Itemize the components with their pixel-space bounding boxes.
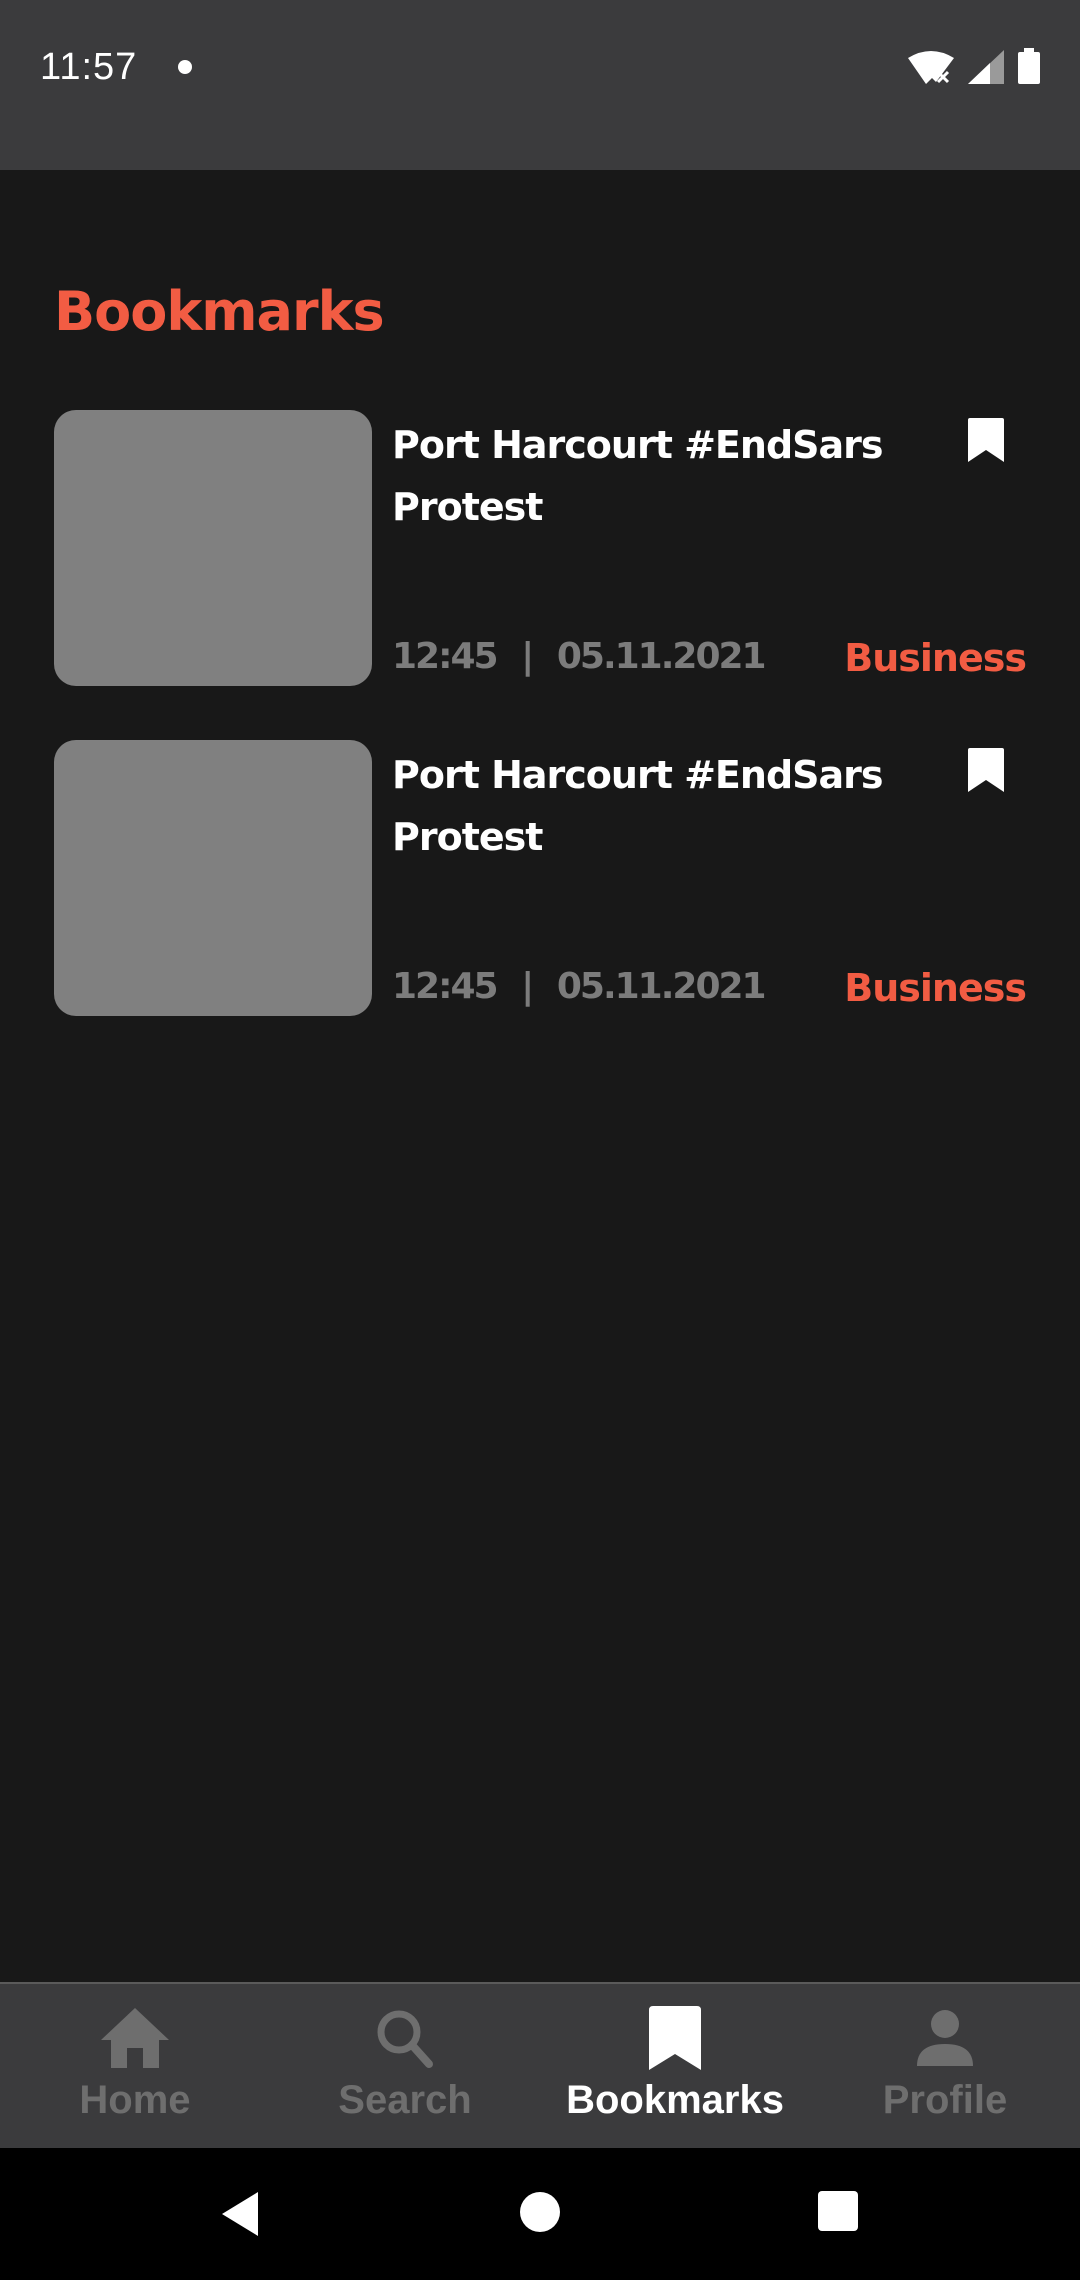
article-category[interactable]: Business	[844, 636, 1027, 680]
nav-item-home[interactable]: Home	[0, 1984, 270, 2150]
article-thumbnail	[54, 410, 372, 686]
nav-item-bookmarks[interactable]: Bookmarks	[540, 1984, 810, 2150]
nav-label-home: Home	[79, 2078, 191, 2122]
search-icon	[377, 2010, 433, 2068]
article-meta: 12:45 | 05.11.2021	[392, 966, 767, 1007]
article-thumbnail	[54, 740, 372, 1016]
nav-label-profile: Profile	[882, 2078, 1008, 2122]
status-icons	[908, 48, 1040, 84]
article-time: 12:45	[392, 636, 499, 677]
home-circle-icon[interactable]	[518, 2190, 562, 2234]
bookmark-icon[interactable]	[966, 418, 1006, 462]
article-title: Port Harcourt #EndSars Protest	[392, 753, 884, 859]
nav-item-search[interactable]: Search	[270, 1984, 540, 2150]
wifi-off-icon	[908, 51, 954, 84]
signal-icon	[968, 50, 1004, 84]
bookmark-card[interactable]: Port Harcourt #EndSars Protest 12:45 | 0…	[54, 410, 1027, 686]
status-time: 11:57	[40, 46, 138, 88]
nav-item-profile[interactable]: Profile	[810, 1984, 1080, 2150]
status-bar: 11:57	[0, 0, 1080, 170]
system-nav-bar	[0, 2148, 1080, 2280]
bottom-nav: Home Search Bookmarks Profile	[0, 1982, 1080, 2150]
notification-dot-icon	[178, 60, 192, 74]
article-date: 05.11.2021	[556, 636, 767, 677]
home-icon	[101, 2008, 169, 2068]
back-icon[interactable]	[218, 2190, 262, 2238]
article-time: 12:45	[392, 966, 499, 1007]
article-meta: 12:45 | 05.11.2021	[392, 636, 767, 677]
nav-label-bookmarks: Bookmarks	[566, 2078, 784, 2122]
recents-icon[interactable]	[817, 2190, 859, 2232]
nav-label-search: Search	[338, 2078, 472, 2122]
article-title: Port Harcourt #EndSars Protest	[392, 423, 884, 529]
meta-separator: |	[521, 636, 534, 677]
person-icon	[917, 2010, 973, 2066]
meta-separator: |	[521, 966, 534, 1007]
bookmark-card[interactable]: Port Harcourt #EndSars Protest 12:45 | 0…	[54, 740, 1027, 1016]
battery-icon	[1018, 48, 1040, 84]
article-date: 05.11.2021	[556, 966, 767, 1007]
article-category[interactable]: Business	[844, 966, 1027, 1010]
bookmark-icon	[649, 2006, 701, 2070]
bookmark-icon[interactable]	[966, 748, 1006, 792]
page-title: Bookmarks	[54, 280, 385, 343]
